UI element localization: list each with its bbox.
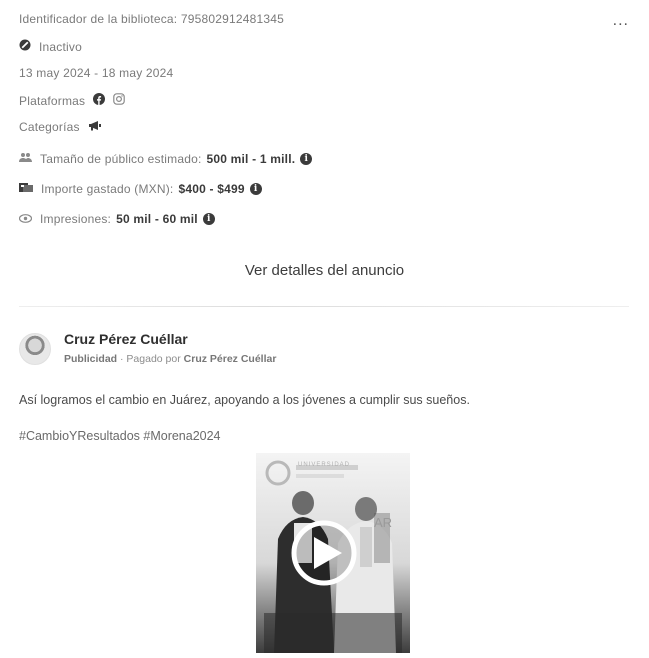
spend-value: $400 - $499 (178, 182, 245, 196)
platforms-label: Plataformas (19, 93, 86, 108)
more-options-button[interactable]: ... (613, 12, 629, 30)
facebook-icon (93, 93, 106, 108)
sponsored-label: Publicidad (64, 353, 118, 365)
megaphone-icon (88, 120, 102, 134)
audience-value: 500 mil - 1 mill. (206, 152, 296, 166)
library-id-text: Identificador de la biblioteca: 79580291… (19, 12, 284, 26)
impressions-row: Impresiones: 50 mil - 60 mil i (18, 212, 215, 226)
money-icon (19, 182, 33, 196)
advertiser-avatar[interactable] (19, 333, 51, 365)
paid-by-name[interactable]: Cruz Pérez Cuéllar (184, 353, 277, 365)
video-overlay-text-2: AR (374, 515, 393, 530)
sponsored-line: Publicidad · Pagado por Cruz Pérez Cuéll… (64, 353, 276, 365)
divider (19, 306, 629, 307)
info-icon[interactable]: i (300, 153, 313, 165)
impressions-label: Impresiones: (40, 212, 112, 226)
advertiser-name[interactable]: Cruz Pérez Cuéllar (64, 331, 188, 347)
video-overlay-text-1: UNIVERSIDAD (298, 462, 351, 468)
categories-label: Categorías (19, 120, 80, 134)
people-icon (19, 152, 32, 166)
instagram-icon (113, 93, 126, 108)
info-icon[interactable]: i (249, 183, 262, 195)
spend-label: Importe gastado (MXN): (41, 182, 174, 196)
ad-video[interactable]: UNIVERSIDAD AR (256, 453, 410, 653)
see-ad-details-button[interactable]: Ver detalles del anuncio (0, 258, 649, 284)
play-icon[interactable] (294, 523, 354, 583)
status-row: Inactivo (19, 39, 82, 54)
paid-by-prefix: · Pagado por (120, 353, 181, 365)
categories-row: Categorías (19, 120, 102, 134)
ad-body-text: Así logramos el cambio en Juárez, apoyan… (19, 393, 470, 407)
audience-row: Tamaño de público estimado: 500 mil - 1 … (19, 152, 313, 166)
date-range: 13 may 2024 - 18 may 2024 (19, 66, 173, 80)
ad-hashtags: #CambioYResultados #Morena2024 (19, 429, 221, 443)
platforms-row: Plataformas (19, 93, 126, 108)
info-icon[interactable]: i (202, 213, 215, 225)
spend-row: Importe gastado (MXN): $400 - $499 i (19, 182, 262, 196)
eye-icon (18, 212, 33, 226)
inactive-icon (19, 39, 31, 54)
library-id: Identificador de la biblioteca: 79580291… (19, 12, 284, 26)
date-range-text: 13 may 2024 - 18 may 2024 (19, 66, 174, 80)
status-label: Inactivo (39, 39, 82, 54)
audience-label: Tamaño de público estimado: (40, 152, 202, 166)
impressions-value: 50 mil - 60 mil (116, 212, 198, 226)
